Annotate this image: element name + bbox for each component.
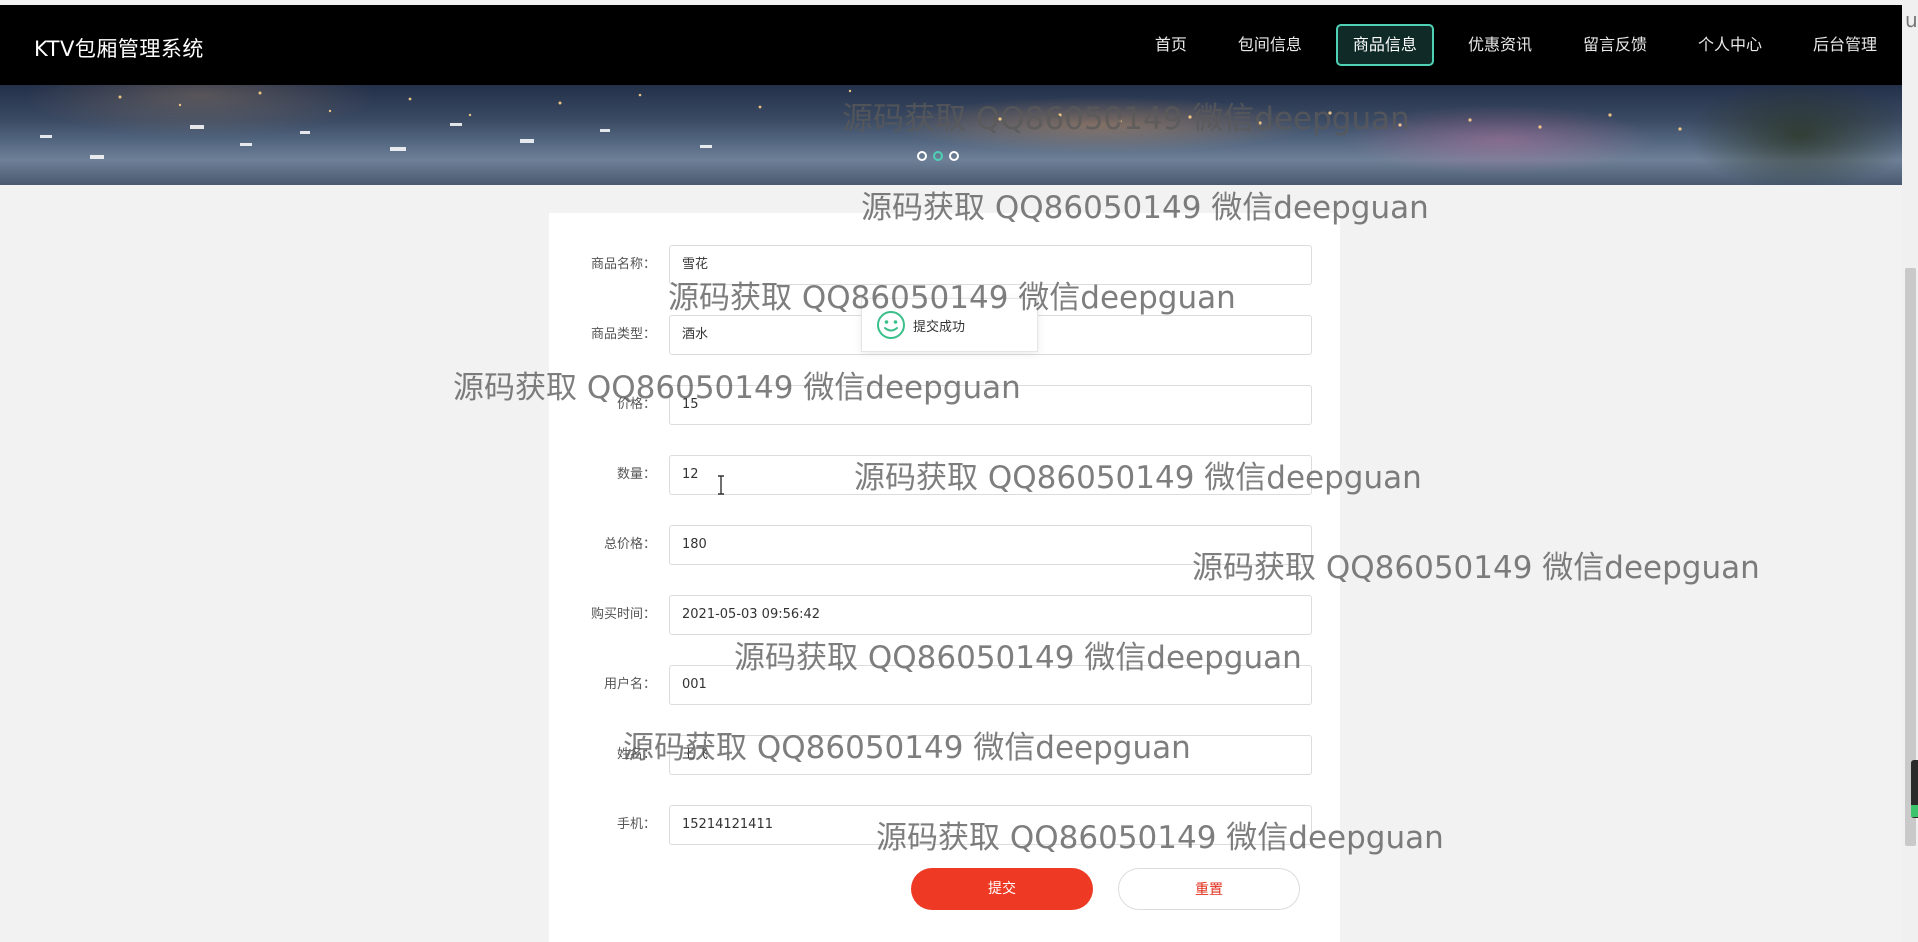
nav-item-feedback[interactable]: 留言反馈 [1566, 24, 1664, 66]
reset-button[interactable]: 重置 [1118, 868, 1300, 910]
username-field[interactable]: 001 [669, 665, 1312, 705]
phone-field[interactable]: 15214121411 [669, 805, 1312, 845]
carousel-dot-1[interactable] [917, 151, 927, 161]
side-widget-indicator [1911, 805, 1918, 817]
site-brand[interactable]: KTV包厢管理系统 [34, 33, 204, 63]
quantity-field[interactable]: 12 [669, 455, 1312, 495]
nav-item-home[interactable]: 首页 [1138, 24, 1204, 66]
banner-carousel [0, 85, 1902, 185]
form-row-total-price: 总价格： 180 [549, 525, 1340, 565]
top-navbar: KTV包厢管理系统 首页 包间信息 商品信息 优惠资讯 留言反馈 个人中心 后台… [0, 5, 1902, 85]
submit-button[interactable]: 提交 [911, 868, 1093, 910]
main-nav: 首页 包间信息 商品信息 优惠资讯 留言反馈 个人中心 后台管理 [1121, 24, 1894, 66]
smile-icon [877, 311, 905, 339]
quantity-label: 数量： [616, 467, 656, 482]
name-field[interactable]: 王飞 [669, 735, 1312, 775]
nav-item-profile[interactable]: 个人中心 [1681, 24, 1779, 66]
corner-glyph: u [1905, 8, 1918, 32]
form-row-phone: 手机： 15214121411 [549, 805, 1340, 845]
purchase-time-label: 购买时间： [590, 607, 656, 622]
product-name-field[interactable]: 雪花 [669, 245, 1312, 285]
price-label: 价格： [616, 397, 656, 412]
total-price-field[interactable]: 180 [669, 525, 1312, 565]
text-cursor-icon [718, 475, 724, 495]
total-price-label: 总价格： [603, 537, 656, 552]
nav-item-rooms[interactable]: 包间信息 [1221, 24, 1319, 66]
form-row-price: 价格： 15 [549, 385, 1340, 425]
price-field[interactable]: 15 [669, 385, 1312, 425]
banner-harbor-lights [40, 89, 1682, 159]
purchase-time-field[interactable]: 2021-05-03 09:56:42 [669, 595, 1312, 635]
carousel-dots [917, 151, 959, 161]
nav-item-promotions[interactable]: 优惠资讯 [1451, 24, 1549, 66]
form-row-name: 姓名： 王飞 [549, 735, 1340, 775]
form-row-quantity: 数量： 12 [549, 455, 1340, 495]
form-row-purchase-time: 购买时间： 2021-05-03 09:56:42 [549, 595, 1340, 635]
form-row-username: 用户名： 001 [549, 665, 1340, 705]
page: KTV包厢管理系统 首页 包间信息 商品信息 优惠资讯 留言反馈 个人中心 后台… [0, 0, 1902, 942]
toast-message: 提交成功 [913, 319, 966, 335]
name-label: 姓名： [616, 747, 656, 762]
carousel-dot-3[interactable] [949, 151, 959, 161]
product-type-label: 商品类型： [590, 327, 656, 342]
success-toast: 提交成功 [861, 298, 1038, 352]
nav-item-products[interactable]: 商品信息 [1335, 24, 1434, 66]
nav-item-admin[interactable]: 后台管理 [1796, 24, 1894, 66]
form-row-product-name: 商品名称： 雪花 [549, 245, 1340, 285]
phone-label: 手机： [616, 817, 656, 832]
product-name-label: 商品名称： [590, 257, 656, 272]
carousel-dot-2[interactable] [933, 151, 943, 161]
username-label: 用户名： [603, 677, 656, 692]
